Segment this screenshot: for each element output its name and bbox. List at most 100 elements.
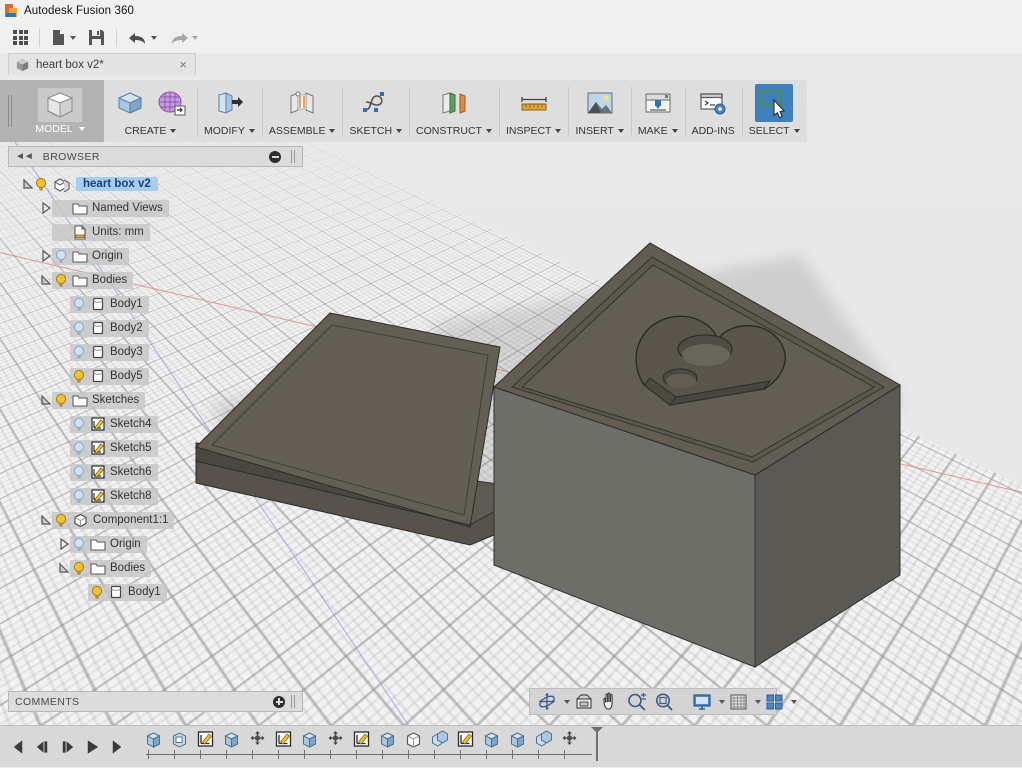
- go-to-end-button[interactable]: [106, 735, 128, 759]
- timeline-feature-sketch[interactable]: [350, 728, 372, 750]
- timeline-feature-extrude[interactable]: [506, 728, 528, 750]
- modify-press-pull-button[interactable]: [210, 84, 248, 122]
- tree-expanded-arrow-icon[interactable]: [40, 514, 52, 526]
- step-back-button[interactable]: [31, 735, 53, 759]
- circle-plus-icon[interactable]: [273, 695, 285, 708]
- app-grid-button[interactable]: [8, 25, 33, 51]
- chevron-down-icon[interactable]: [719, 699, 725, 704]
- timeline-feature-extrude[interactable]: [480, 728, 502, 750]
- timeline-feature-move[interactable]: [558, 728, 580, 750]
- tree-arrow-spacer: [58, 418, 70, 430]
- timeline-feature-move[interactable]: [324, 728, 346, 750]
- timeline-feature-move[interactable]: [246, 728, 268, 750]
- timeline-feature-extrude[interactable]: [376, 728, 398, 750]
- fit-button[interactable]: [651, 691, 677, 713]
- double-chevron-left-icon[interactable]: ◄◄: [15, 151, 34, 162]
- chevron-down-icon[interactable]: [755, 699, 761, 704]
- go-to-beginning-button[interactable]: [6, 735, 28, 759]
- timeline-feature-extrude[interactable]: [298, 728, 320, 750]
- timeline-feature-copy-paste[interactable]: [532, 728, 554, 750]
- ribbon-panel-inspect-label-row[interactable]: INSPECT: [506, 122, 562, 140]
- tree-item-sketch6[interactable]: Sketch6: [8, 460, 303, 484]
- tree-item-named-views[interactable]: Named Views: [8, 196, 303, 220]
- circle-minus-icon[interactable]: [269, 150, 281, 163]
- display-settings-button[interactable]: [689, 691, 715, 713]
- save-button[interactable]: [83, 25, 110, 51]
- browser-resize-grip[interactable]: [291, 150, 296, 163]
- grid-snaps-button[interactable]: [726, 691, 751, 713]
- tree-item-origin[interactable]: Origin: [8, 244, 303, 268]
- make-3d-print-button[interactable]: [639, 84, 677, 122]
- viewports-button[interactable]: [762, 691, 787, 713]
- tree-item-body2[interactable]: Body2: [8, 316, 303, 340]
- addins-scripts-button[interactable]: [694, 84, 732, 122]
- tree-item-body3[interactable]: Body3: [8, 340, 303, 364]
- tree-item-body1[interactable]: Body1: [8, 292, 303, 316]
- document-tab-heart-box-v2[interactable]: heart box v2* ×: [8, 53, 196, 75]
- create-extrude-button[interactable]: [111, 84, 149, 122]
- timeline-feature-extrude[interactable]: [220, 728, 242, 750]
- tree-expanded-arrow-icon[interactable]: [40, 274, 52, 286]
- select-tool-button[interactable]: [755, 84, 794, 122]
- ribbon-panel-insert-label-row[interactable]: INSERT: [575, 122, 624, 140]
- workspace-model-button[interactable]: MODEL: [16, 80, 104, 142]
- chevron-down-icon[interactable]: [791, 699, 797, 704]
- timeline-feature-new-component[interactable]: [402, 728, 424, 750]
- pan-button[interactable]: [598, 691, 623, 713]
- tree-collapsed-arrow-icon[interactable]: [40, 202, 52, 214]
- tree-item-sketch8[interactable]: Sketch8: [8, 484, 303, 508]
- ribbon-panel-make-label-row[interactable]: MAKE: [638, 122, 678, 140]
- timeline-end-marker-icon[interactable]: [590, 726, 604, 762]
- zoom-button[interactable]: [624, 691, 650, 713]
- ribbon-panel-assemble: ASSEMBLE: [261, 80, 343, 142]
- timeline-feature-copy-paste[interactable]: [428, 728, 450, 750]
- tree-item-component1-1[interactable]: Component1:1: [8, 508, 303, 532]
- tree-item-heart-box-v2[interactable]: heart box v2: [8, 172, 303, 196]
- tree-item-bodies[interactable]: Bodies: [8, 268, 303, 292]
- create-form-button[interactable]: [152, 84, 190, 122]
- timeline-feature-sketch[interactable]: [454, 728, 476, 750]
- chevron-down-icon[interactable]: [564, 699, 570, 704]
- tree-item-body5[interactable]: Body5: [8, 364, 303, 388]
- ribbon-panel-modify-label-row[interactable]: MODIFY: [204, 122, 255, 140]
- assemble-joint-button[interactable]: [283, 84, 321, 122]
- tree-item-sketch5[interactable]: Sketch5: [8, 436, 303, 460]
- orbit-button[interactable]: [534, 691, 560, 713]
- timeline-feature-sketch[interactable]: [272, 728, 294, 750]
- tree-item-units-mm[interactable]: Units: mm: [8, 220, 303, 244]
- ribbon-panel-sketch-label-row[interactable]: SKETCH: [349, 122, 403, 140]
- timeline-feature-sketch[interactable]: [194, 728, 216, 750]
- construct-offset-plane-button[interactable]: [435, 84, 473, 122]
- ribbon-panel-select-label-row[interactable]: SELECT: [749, 122, 800, 140]
- tree-item-body1[interactable]: Body1: [8, 580, 303, 604]
- timeline-feature-shell[interactable]: [168, 728, 190, 750]
- ribbon-panel-create-label-row[interactable]: CREATE: [125, 122, 177, 140]
- insert-image-button[interactable]: [581, 84, 619, 122]
- timeline-feature-extrude[interactable]: [142, 728, 164, 750]
- tree-item-label: Bodies: [92, 274, 128, 286]
- tree-expanded-arrow-icon[interactable]: [58, 562, 70, 574]
- tree-collapsed-arrow-icon[interactable]: [58, 538, 70, 550]
- comments-resize-grip[interactable]: [291, 695, 296, 708]
- step-forward-button[interactable]: [56, 735, 78, 759]
- tree-expanded-arrow-icon[interactable]: [40, 394, 52, 406]
- inspect-measure-button[interactable]: [515, 84, 553, 122]
- tree-expanded-arrow-icon[interactable]: [22, 178, 34, 190]
- close-icon[interactable]: ×: [177, 58, 189, 71]
- tree-item-origin[interactable]: Origin: [8, 532, 303, 556]
- tree-item-sketches[interactable]: Sketches: [8, 388, 303, 412]
- redo-button[interactable]: [164, 25, 203, 51]
- ribbon-grip[interactable]: [8, 95, 14, 127]
- look-at-button[interactable]: [571, 691, 597, 713]
- timeline-track[interactable]: [142, 725, 603, 768]
- sketch-spline-button[interactable]: [357, 84, 395, 122]
- ribbon-panel-assemble-label-row[interactable]: ASSEMBLE: [269, 122, 336, 140]
- tree-collapsed-arrow-icon[interactable]: [40, 250, 52, 262]
- ribbon-panel-addins-label-row[interactable]: ADD-INS: [692, 122, 735, 140]
- tree-item-sketch4[interactable]: Sketch4: [8, 412, 303, 436]
- new-file-button[interactable]: [46, 25, 81, 51]
- tree-item-bodies[interactable]: Bodies: [8, 556, 303, 580]
- ribbon-panel-construct-label-row[interactable]: CONSTRUCT: [416, 122, 492, 140]
- play-button[interactable]: [81, 735, 103, 759]
- undo-button[interactable]: [123, 25, 162, 51]
